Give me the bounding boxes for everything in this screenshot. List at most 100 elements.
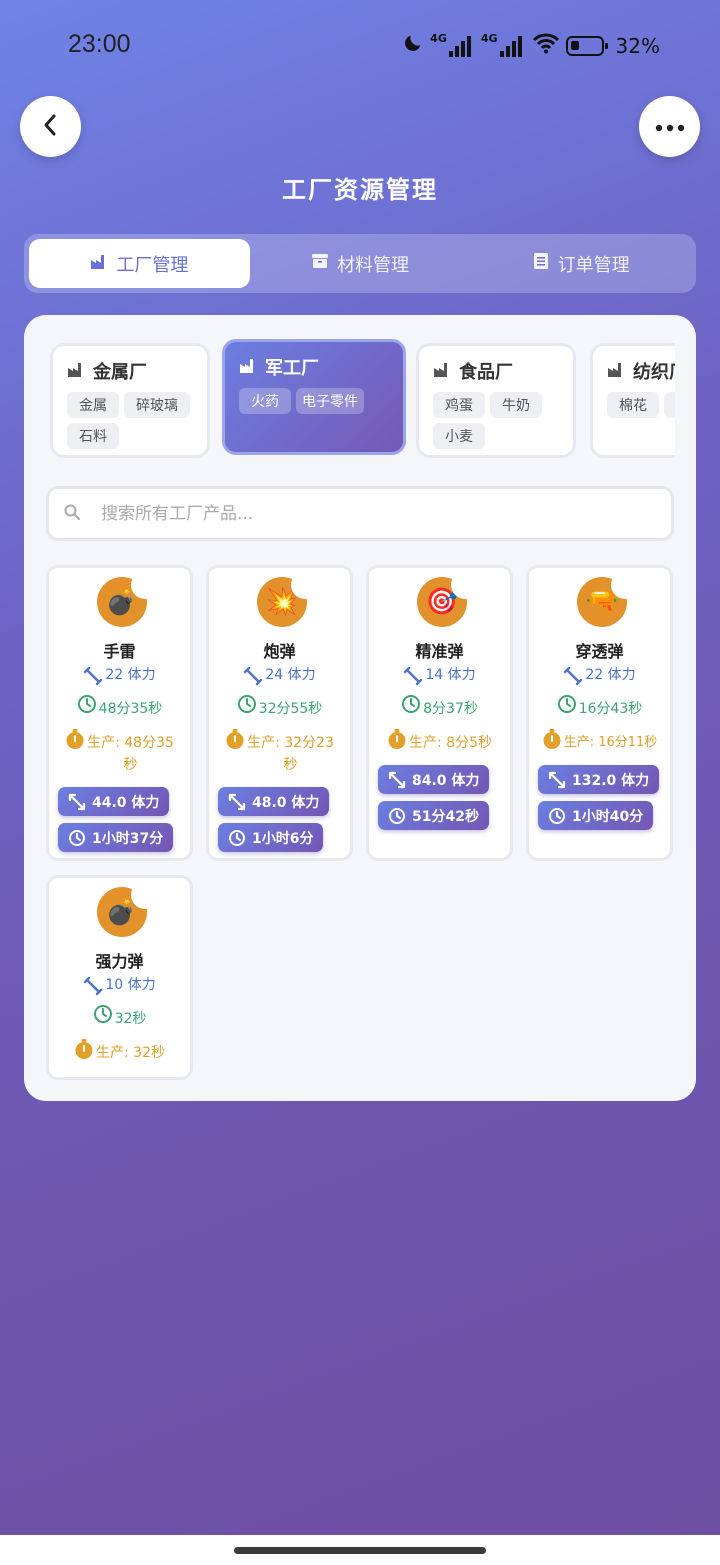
status-time: 23:00 — [68, 30, 131, 58]
clock-icon — [93, 1005, 112, 1023]
dumbbell-icon — [564, 666, 583, 686]
expand-icon — [548, 771, 566, 788]
stopwatch-icon — [543, 729, 561, 749]
factory-card-food[interactable]: 食品厂 鸡蛋 牛奶 小麦 — [416, 343, 576, 458]
factory-icon — [67, 360, 85, 383]
time-value: 16分43秒 — [578, 701, 643, 717]
energy-cost: 24 体力 — [209, 664, 350, 686]
expand-icon — [228, 793, 246, 810]
product-name: 穿透弹 — [575, 642, 624, 661]
more-horizontal-icon — [655, 117, 685, 136]
home-indicator[interactable] — [234, 1547, 486, 1554]
product-card[interactable]: 💣 强力弹 10 体力 32秒 生产: 32秒 — [46, 875, 193, 1080]
cycle-time: 32秒 — [49, 1005, 190, 1030]
gun-icon: 🔫 — [577, 571, 639, 627]
clock-icon — [237, 695, 256, 713]
production-time: 生产: 32秒 — [49, 1039, 190, 1064]
badge-label: 1小时6分 — [252, 830, 314, 847]
search-input[interactable] — [101, 503, 641, 524]
energy-cost: 14 体力 — [369, 664, 510, 686]
total-time-badge: 51分42秒 — [378, 801, 489, 830]
energy-value: 22 体力 — [105, 667, 156, 683]
factory-name: 纺织厂 — [633, 362, 675, 383]
production-value: 生产: 16分11秒 — [563, 735, 658, 750]
material-chip: 小麦 — [433, 423, 485, 449]
production-value-cont: 秒 — [283, 757, 298, 773]
page-title: 工厂资源管理 — [282, 176, 438, 204]
grenade-icon: 💣 — [97, 571, 159, 627]
material-chip: 棉花 — [607, 392, 659, 418]
expand-icon — [388, 771, 406, 788]
energy-value: 22 体力 — [585, 667, 636, 683]
energy-cost: 22 体力 — [49, 664, 190, 686]
clock-icon — [389, 807, 405, 824]
main-tabs: 工厂管理 材料管理 订单管理 — [24, 234, 696, 293]
network-type-b: 4G — [480, 32, 498, 45]
production-time: 生产: 48分35 秒 — [49, 729, 190, 776]
dumbbell-icon — [244, 666, 263, 686]
product-card[interactable]: 💣 手雷 22 体力 48分35秒 生产: 48分35 秒 44.0 体力 1小时… — [46, 565, 193, 861]
factory-card-military[interactable]: 军工厂 火药 电子零件 — [222, 339, 406, 455]
energy-cost: 10 体力 — [49, 974, 190, 996]
grenade-icon: 💣 — [97, 881, 159, 937]
stopwatch-icon — [66, 729, 84, 749]
production-time: 生产: 16分11秒 — [529, 729, 670, 754]
tab-order-management[interactable]: 订单管理 — [470, 239, 691, 288]
production-value: 生产: 32秒 — [96, 1045, 165, 1061]
energy-value: 14 体力 — [425, 667, 476, 683]
archive-icon — [311, 252, 329, 275]
product-name: 精准弹 — [415, 642, 464, 661]
signal-icon — [448, 35, 471, 57]
stopwatch-icon — [75, 1039, 93, 1059]
tab-material-management[interactable]: 材料管理 — [250, 239, 471, 288]
factory-name: 食品厂 — [459, 362, 513, 383]
clock-icon — [549, 807, 565, 824]
badge-label: 1小时37分 — [92, 830, 164, 847]
factory-name: 金属厂 — [93, 362, 147, 383]
material-chip: 金属 — [67, 392, 119, 418]
production-value: 生产: 32分23 — [247, 735, 334, 751]
total-time-badge: 1小时37分 — [58, 823, 174, 852]
chevron-left-icon — [39, 113, 63, 141]
dumbbell-icon — [404, 666, 423, 686]
list-icon — [532, 252, 550, 275]
production-time: 生产: 8分5秒 — [369, 729, 510, 754]
explosion-icon: 💥 — [257, 571, 319, 627]
material-chip: 鸡蛋 — [433, 392, 485, 418]
product-card[interactable]: 🎯 精准弹 14 体力 8分37秒 生产: 8分5秒 84.0 体力 51分42… — [366, 565, 513, 861]
cycle-time: 16分43秒 — [529, 695, 670, 720]
production-value-cont: 秒 — [123, 757, 138, 773]
time-value: 32秒 — [114, 1011, 147, 1027]
tab-label: 订单管理 — [557, 254, 630, 276]
moon-icon — [402, 32, 424, 59]
stopwatch-icon — [388, 729, 406, 749]
wifi-icon — [532, 32, 560, 59]
factory-card-textile[interactable]: 纺织厂 棉花 鹅毛 — [590, 343, 675, 458]
total-energy-badge: 84.0 体力 — [378, 765, 490, 794]
factory-card-metal[interactable]: 金属厂 金属 碎玻璃 石料 — [50, 343, 210, 458]
material-chip: 电子零件 — [296, 388, 364, 414]
factory-icon — [433, 360, 451, 383]
product-name: 炮弹 — [263, 642, 296, 661]
back-button[interactable] — [20, 96, 81, 157]
tab-factory-management[interactable]: 工厂管理 — [29, 239, 250, 288]
cycle-time: 48分35秒 — [49, 695, 190, 720]
product-card[interactable]: 🔫 穿透弹 22 体力 16分43秒 生产: 16分11秒 132.0 体力 1… — [526, 565, 673, 861]
stopwatch-icon — [226, 729, 244, 749]
factory-panel: 金属厂 金属 碎玻璃 石料 军工厂 火药 电子零件 食品厂 鸡蛋 牛奶 小麦 纺… — [24, 315, 696, 1101]
total-energy-badge: 132.0 体力 — [538, 765, 660, 794]
badge-label: 132.0 体力 — [572, 772, 650, 789]
badge-label: 48.0 体力 — [252, 794, 320, 811]
product-card[interactable]: 💥 炮弹 24 体力 32分55秒 生产: 32分23 秒 48.0 体力 1小时… — [206, 565, 353, 861]
search-icon — [63, 503, 81, 525]
factory-icon — [607, 360, 625, 383]
factory-list: 金属厂 金属 碎玻璃 石料 军工厂 火药 电子零件 食品厂 鸡蛋 牛奶 小麦 纺… — [50, 339, 675, 459]
more-button[interactable] — [639, 96, 700, 157]
battery-icon — [565, 35, 608, 56]
cycle-time: 32分55秒 — [209, 695, 350, 720]
factory-icon — [239, 356, 257, 379]
dumbbell-icon — [84, 666, 103, 686]
production-time: 生产: 32分23 秒 — [209, 729, 350, 776]
total-time-badge: 1小时6分 — [218, 823, 324, 852]
tab-label: 工厂管理 — [116, 254, 189, 276]
